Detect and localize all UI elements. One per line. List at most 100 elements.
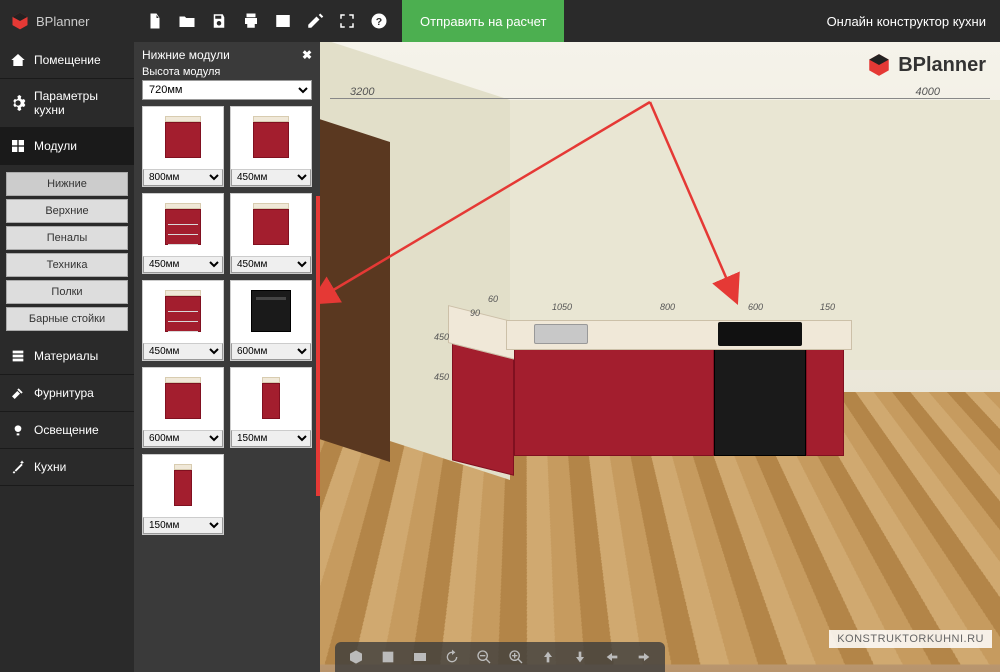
dimension-line: [330, 98, 990, 99]
module-card[interactable]: 600мм: [230, 280, 312, 361]
print-icon[interactable]: [236, 0, 266, 42]
app-logo: BPlanner: [0, 11, 134, 31]
subcat-tall[interactable]: Пеналы: [6, 226, 128, 250]
dim: 1050: [552, 302, 572, 312]
module-width-select[interactable]: 150мм: [231, 430, 311, 447]
view-3d-icon[interactable]: [345, 646, 367, 668]
edit-icon[interactable]: [300, 0, 330, 42]
sidebar-label: Модули: [34, 139, 77, 153]
sidebar-label: Фурнитура: [34, 386, 94, 400]
module-card[interactable]: 450мм: [142, 193, 224, 274]
module-thumb: [143, 281, 223, 341]
subcat-upper[interactable]: Верхние: [6, 199, 128, 223]
module-card[interactable]: 600мм: [142, 367, 224, 448]
module-height-select[interactable]: 720мм: [142, 80, 312, 100]
module-card[interactable]: 450мм: [142, 280, 224, 361]
sidebar-item-lighting[interactable]: Освещение: [0, 412, 134, 449]
home-icon: [10, 52, 26, 68]
image-icon[interactable]: [268, 0, 298, 42]
arrow-up-icon[interactable]: [537, 646, 559, 668]
dim: 60: [488, 294, 498, 304]
module-categories: Нижние Верхние Пеналы Техника Полки Барн…: [0, 165, 134, 338]
module-card[interactable]: 450мм: [230, 106, 312, 187]
module-card[interactable]: 150мм: [142, 454, 224, 535]
sidebar-label: Материалы: [34, 349, 98, 363]
scene: 60 1050 800 600 150 450 90 450: [320, 42, 1000, 672]
wand-icon: [10, 459, 26, 475]
sidebar-label: Параметры кухни: [34, 89, 124, 117]
module-width-select[interactable]: 450мм: [231, 169, 311, 186]
sidebar-item-kitchens[interactable]: Кухни: [0, 449, 134, 486]
subcat-appliances[interactable]: Техника: [6, 253, 128, 277]
dim: 150: [820, 302, 835, 312]
arrow-left-icon[interactable]: [601, 646, 623, 668]
sidebar-label: Кухни: [34, 460, 66, 474]
view-top-icon[interactable]: [377, 646, 399, 668]
logo-text: BPlanner: [36, 14, 89, 29]
logo-icon: [866, 52, 892, 78]
save-icon[interactable]: [204, 0, 234, 42]
cabinet-run: [514, 348, 714, 456]
subcat-shelves[interactable]: Полки: [6, 280, 128, 304]
modules-icon: [10, 138, 26, 154]
scrollbar[interactable]: [316, 196, 320, 496]
gear-icon: [10, 95, 26, 111]
height-label: Высота модуля: [142, 66, 312, 78]
new-file-icon[interactable]: [140, 0, 170, 42]
subcat-bar[interactable]: Барные стойки: [6, 307, 128, 331]
viewport-3d[interactable]: 60 1050 800 600 150 450 90 450 3200 4000…: [320, 42, 1000, 672]
arrow-right-icon[interactable]: [633, 646, 655, 668]
hob: [718, 322, 802, 346]
top-toolbar: BPlanner ? Отправить на расчет Онлайн ко…: [0, 0, 1000, 42]
sidebar-label: Освещение: [34, 423, 99, 437]
close-icon[interactable]: ✖: [302, 48, 312, 62]
oven: [714, 342, 806, 456]
view-toolbar: [335, 642, 665, 672]
panel-title: Нижние модули: [142, 48, 230, 62]
module-card[interactable]: 450мм: [230, 193, 312, 274]
module-thumb: [143, 107, 223, 167]
sidebar-item-materials[interactable]: Материалы: [0, 338, 134, 375]
dim: 450: [434, 372, 449, 382]
svg-text:?: ?: [376, 16, 382, 28]
module-width-select[interactable]: 450мм: [231, 256, 311, 273]
module-width-select[interactable]: 450мм: [143, 256, 223, 273]
materials-icon: [10, 348, 26, 364]
sidebar-item-fittings[interactable]: Фурнитура: [0, 375, 134, 412]
zoom-out-icon[interactable]: [473, 646, 495, 668]
cabinet-end: [806, 344, 844, 456]
app-title: Онлайн конструктор кухни: [827, 14, 986, 29]
module-width-select[interactable]: 150мм: [143, 517, 223, 534]
module-thumb: [143, 455, 223, 515]
view-front-icon[interactable]: [409, 646, 431, 668]
dim: 90: [470, 308, 480, 318]
arrow-down-icon[interactable]: [569, 646, 591, 668]
modules-panel: Нижние модули ✖ Высота модуля 720мм 800м…: [134, 42, 320, 672]
zoom-in-icon[interactable]: [505, 646, 527, 668]
help-icon[interactable]: ?: [364, 0, 394, 42]
module-width-select[interactable]: 600мм: [231, 343, 311, 360]
send-calculation-button[interactable]: Отправить на расчет: [402, 0, 564, 42]
module-width-select[interactable]: 600мм: [143, 430, 223, 447]
open-folder-icon[interactable]: [172, 0, 202, 42]
module-thumb: [143, 194, 223, 254]
toolbar-icons: ?: [140, 0, 394, 42]
sidebar-item-room[interactable]: Помещение: [0, 42, 134, 79]
room-dimensions: 3200 4000: [320, 86, 1000, 98]
rotate-icon[interactable]: [441, 646, 463, 668]
room-dim-left: 3200: [350, 86, 374, 98]
fullscreen-icon[interactable]: [332, 0, 362, 42]
sink: [534, 324, 588, 344]
dim: 600: [748, 302, 763, 312]
sidebar-item-modules[interactable]: Модули: [0, 128, 134, 165]
sidebar-item-params[interactable]: Параметры кухни: [0, 79, 134, 128]
viewport-logo-text: BPlanner: [898, 54, 986, 77]
module-card[interactable]: 800мм: [142, 106, 224, 187]
module-card[interactable]: 150мм: [230, 367, 312, 448]
module-grid: 800мм 450мм 450мм 450мм 450мм 600мм 600мм 150мм…: [142, 106, 312, 535]
module-width-select[interactable]: 450мм: [143, 343, 223, 360]
module-thumb: [231, 281, 311, 341]
subcat-lower[interactable]: Нижние: [6, 172, 128, 196]
module-width-select[interactable]: 800мм: [143, 169, 223, 186]
hammer-icon: [10, 385, 26, 401]
